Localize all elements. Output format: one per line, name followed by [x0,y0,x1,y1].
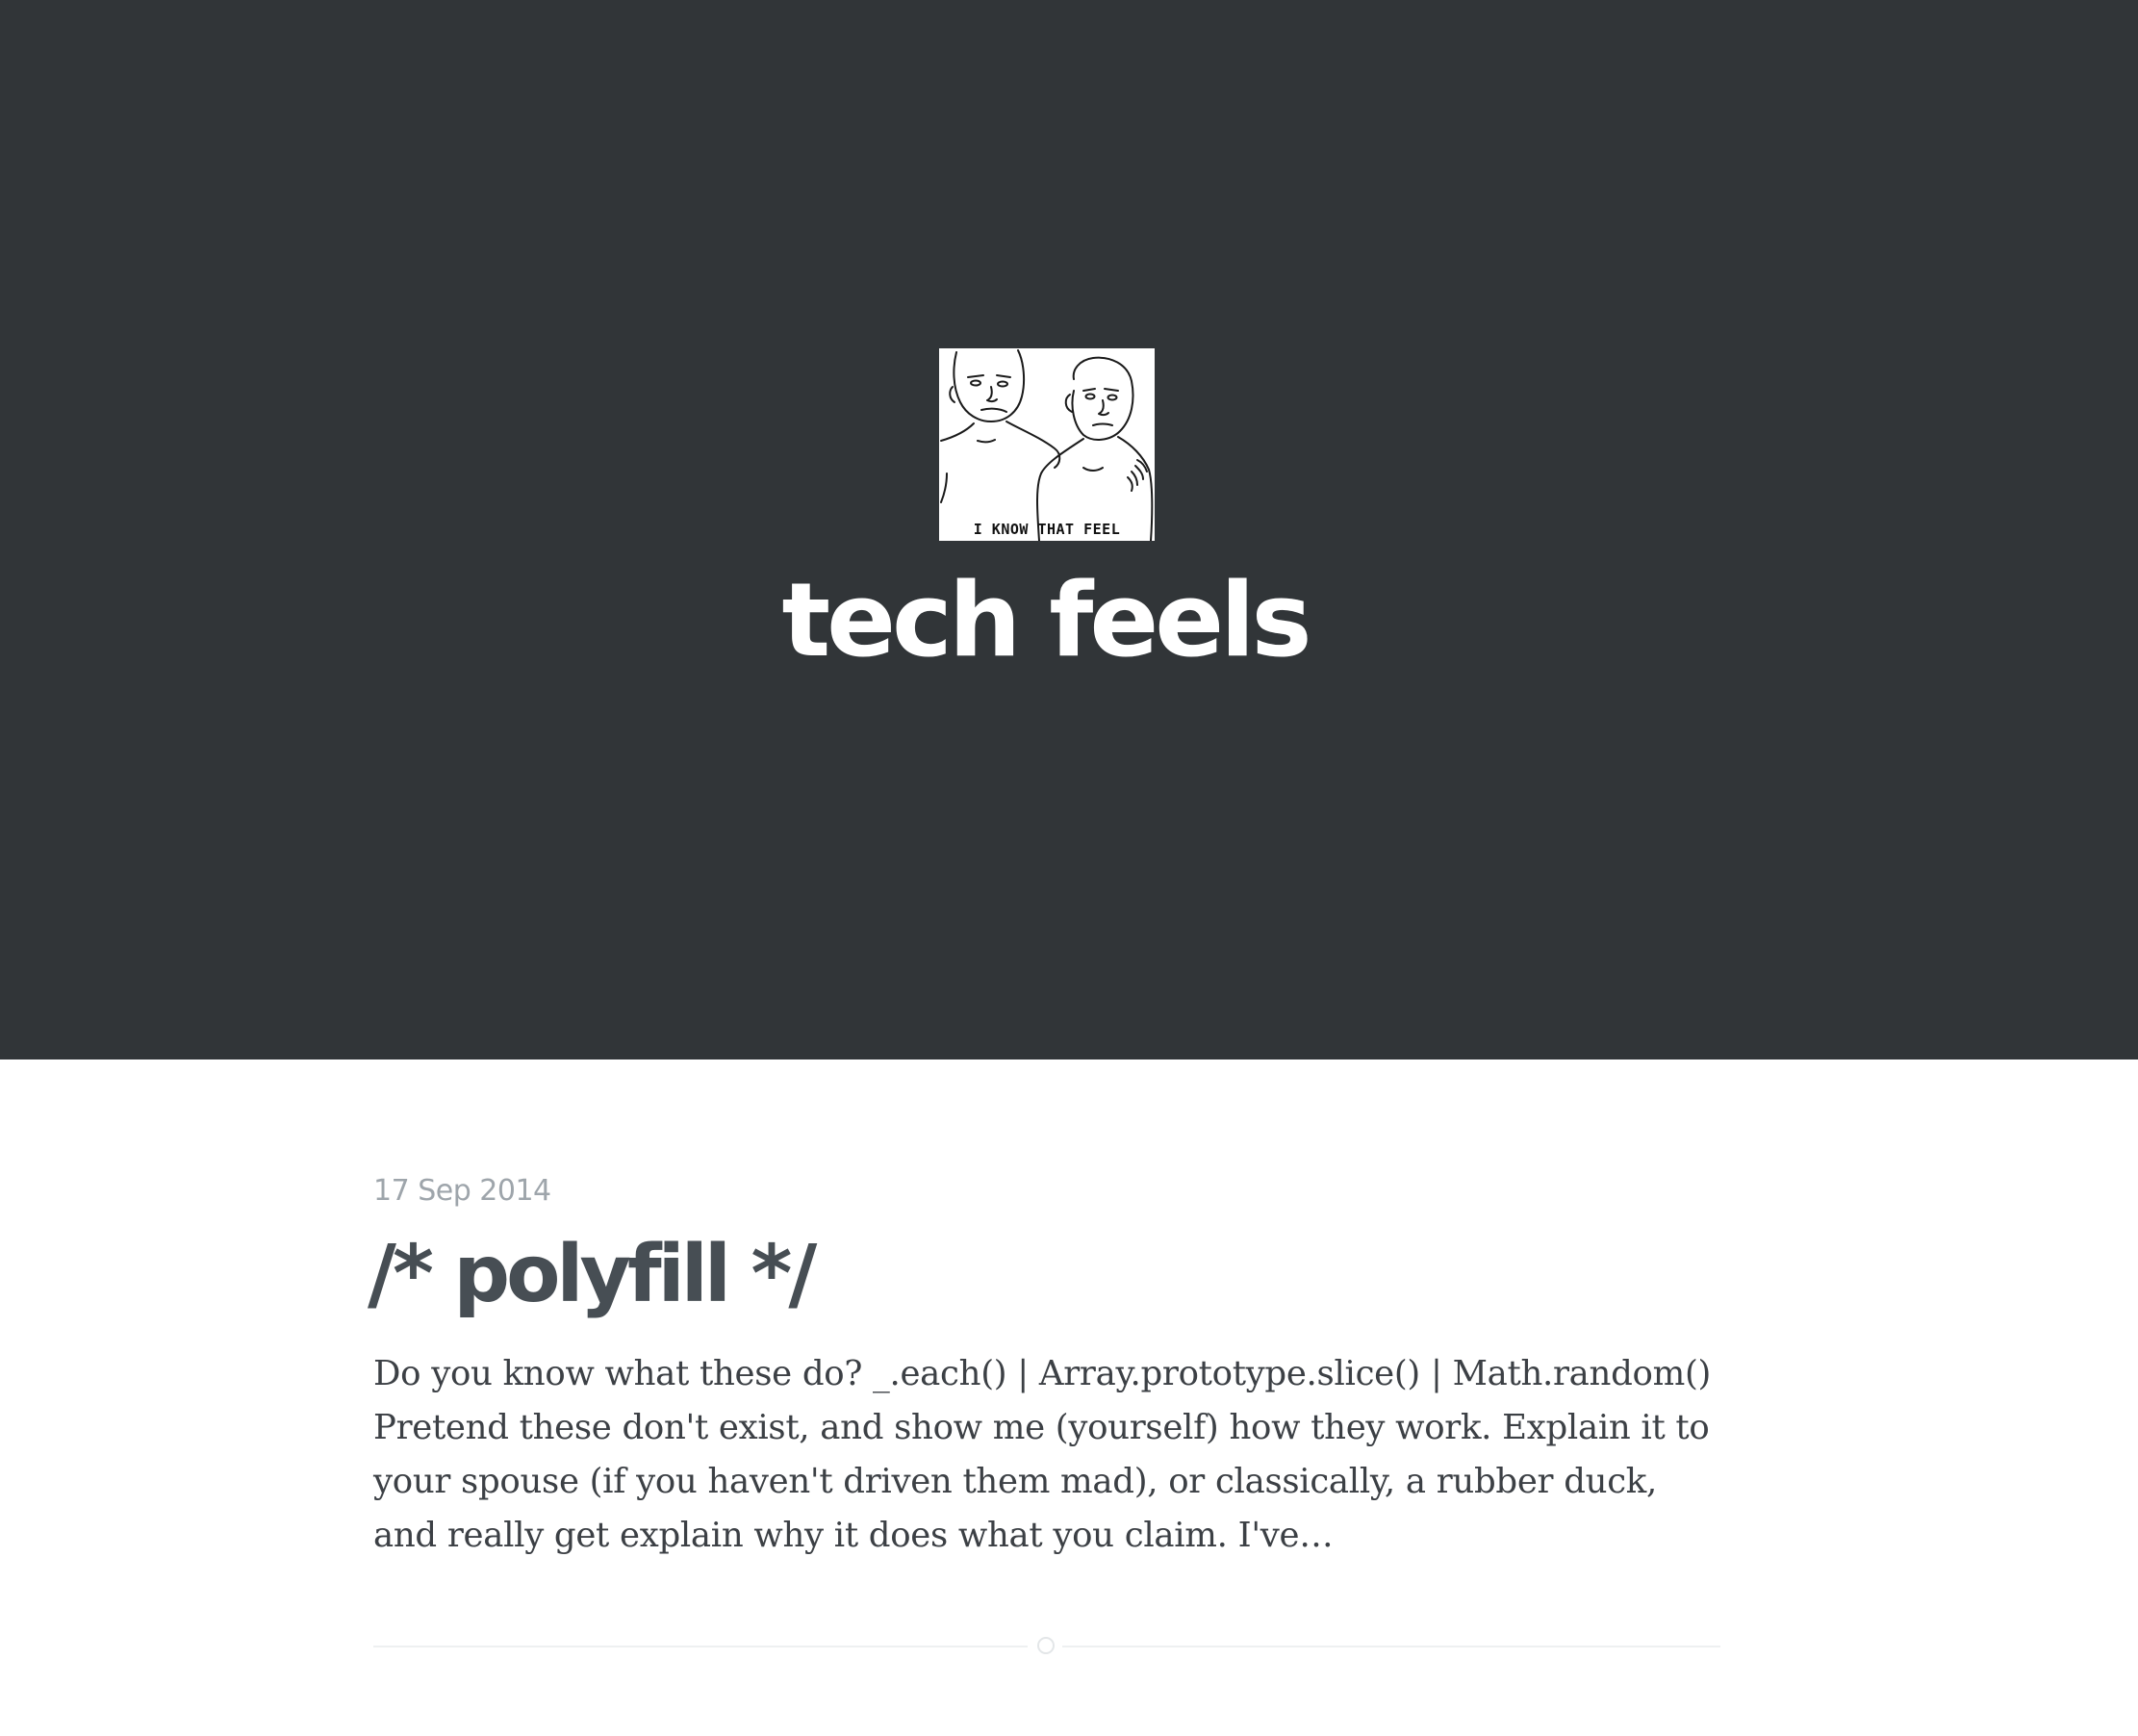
divider-circle-icon [1037,1637,1055,1654]
blog-header: I KNOW THAT FEEL tech feels [0,0,2138,1059]
post-title-link[interactable]: /* polyfill */ [368,1224,1720,1326]
post-date: 17 Sep 2014 [373,1174,551,1208]
post-preview: 17 Sep 2014 /* polyfill */ Do you know w… [368,1164,1720,1563]
divider-line-left [373,1646,1028,1647]
post-divider [373,1637,1720,1654]
logo-caption: I KNOW THAT FEEL [974,521,1121,538]
post-list: 17 Sep 2014 /* polyfill */ Do you know w… [368,1164,1720,1563]
post-excerpt: Do you know what these do? _.each() | Ar… [373,1354,1712,1555]
blog-logo[interactable]: I KNOW THAT FEEL [939,348,1155,541]
feels-guy-meme-icon: I KNOW THAT FEEL [939,348,1155,541]
divider-line-right [1062,1646,1720,1647]
blog-title[interactable]: tech feels [0,558,2090,683]
